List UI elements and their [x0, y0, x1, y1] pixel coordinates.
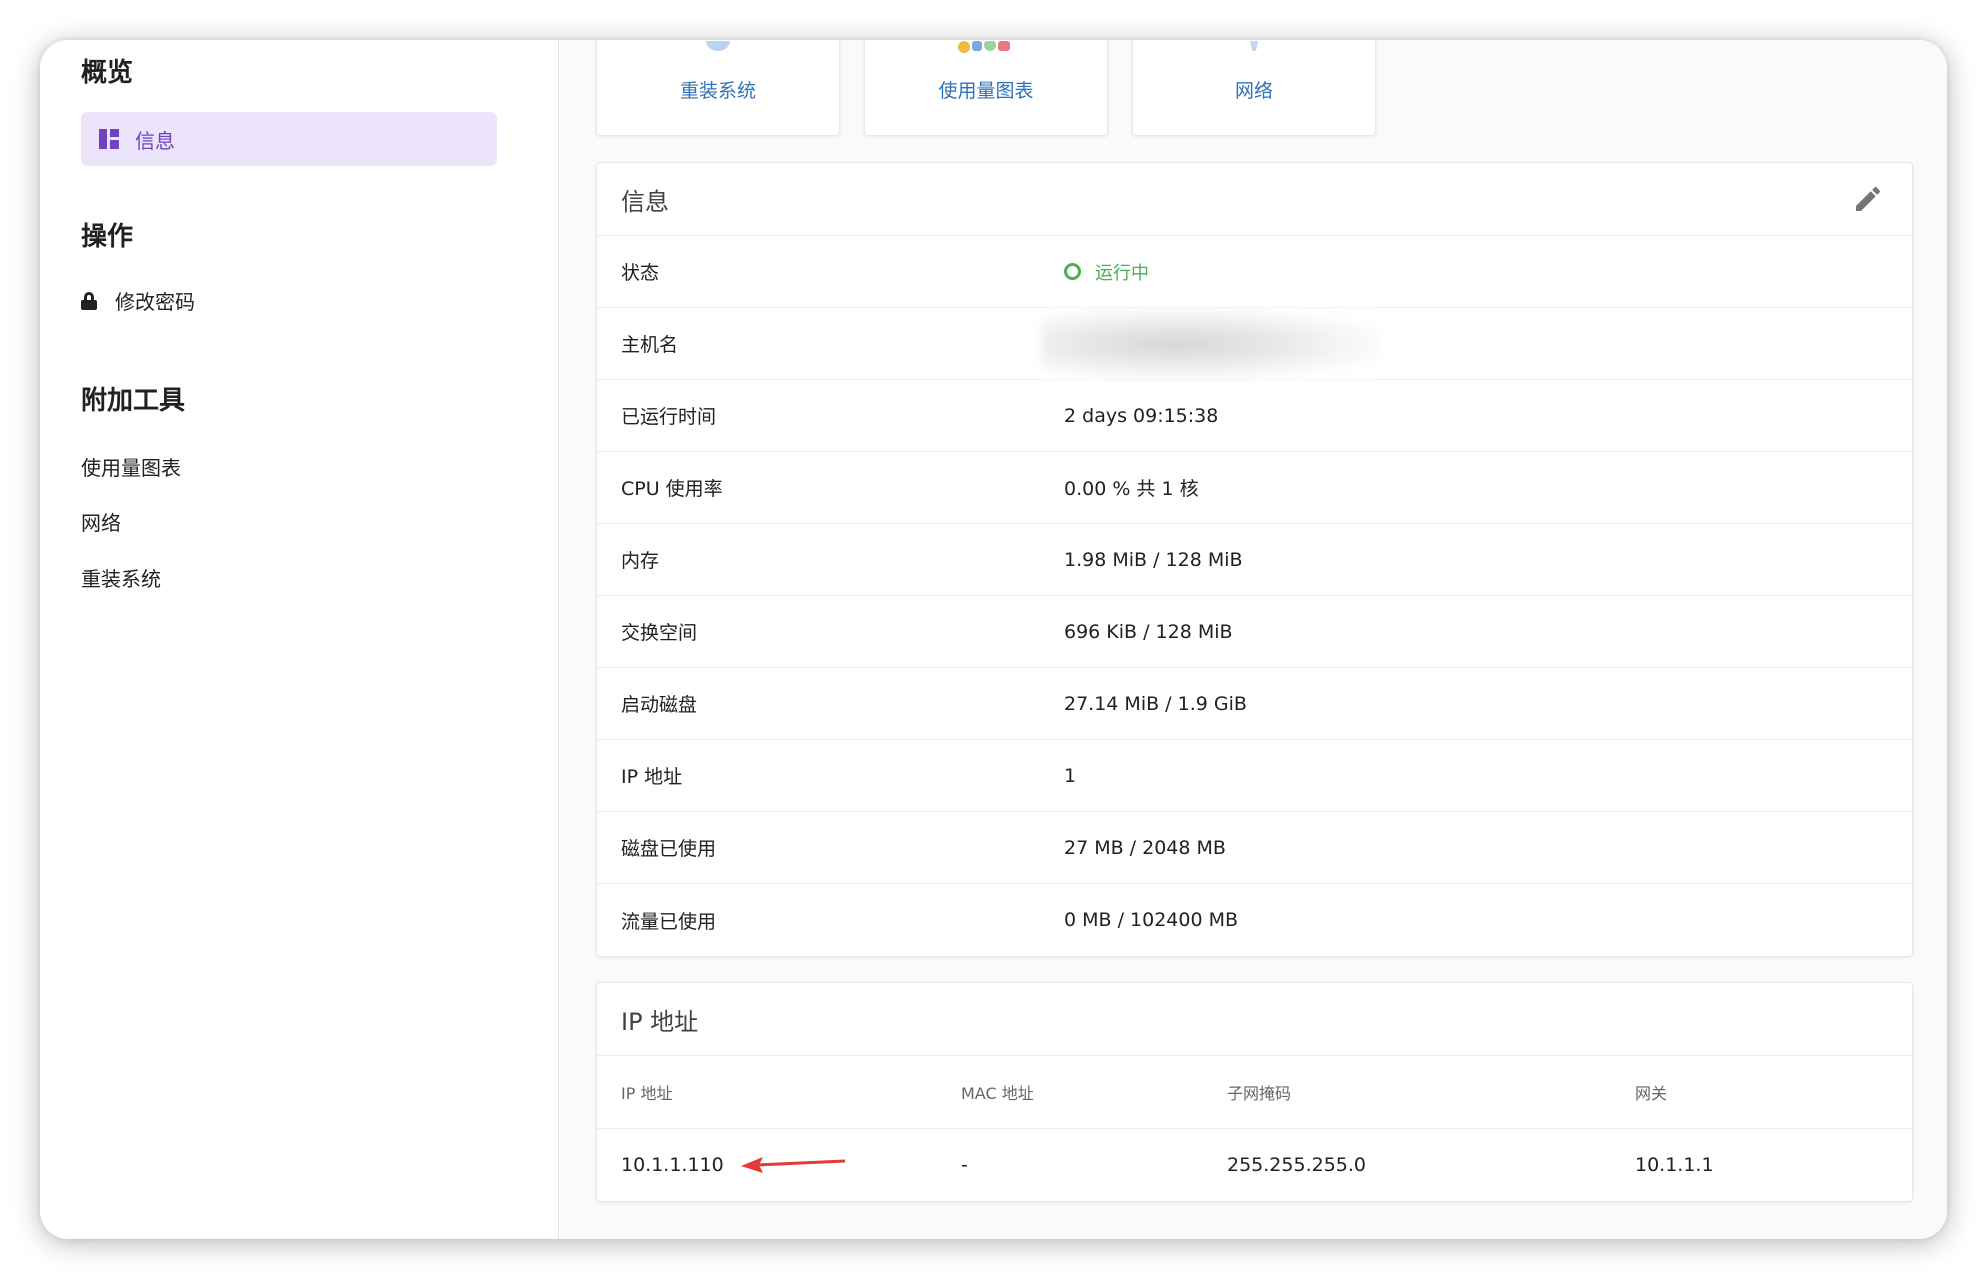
info-key: 启动磁盘: [621, 694, 698, 716]
sidebar-item-label: 修改密码: [115, 290, 195, 314]
netmask-cell: 255.255.255.0: [1227, 1154, 1367, 1176]
sidebar-item-label: 信息: [135, 128, 175, 153]
ip-table-header: IP 地址 MAC 地址 子网掩码 网关: [597, 1056, 1912, 1129]
column-header-ip: IP 地址: [621, 1084, 673, 1103]
network-icon: [1250, 41, 1258, 51]
info-key: 磁盘已使用: [621, 838, 717, 860]
info-key: IP 地址: [621, 766, 683, 788]
info-key: 主机名: [621, 334, 679, 356]
info-key: 内存: [621, 550, 660, 572]
info-panel-header: 信息: [597, 163, 1912, 236]
info-value: 27 MB / 2048 MB: [1064, 836, 1226, 859]
quick-link-label: 使用量图表: [938, 80, 1034, 102]
ip-address-cell: 10.1.1.110: [621, 1154, 724, 1176]
info-row-disk-used: 磁盘已使用 27 MB / 2048 MB: [597, 812, 1912, 884]
status-badge: 运行中: [1064, 259, 1149, 285]
column-header-mac: MAC 地址: [961, 1084, 1034, 1103]
pencil-icon[interactable]: [1852, 183, 1884, 215]
info-row-boot-disk: 启动磁盘 27.14 MiB / 1.9 GiB: [597, 668, 1912, 740]
redacted-hostname: [1041, 308, 1381, 380]
sidebar-heading-tools: 附加工具: [81, 386, 186, 416]
lock-icon: [81, 291, 97, 310]
info-value: 2 days 09:15:38: [1064, 404, 1219, 427]
quick-link-reinstall[interactable]: 重装系统: [596, 40, 840, 136]
info-row-cpu: CPU 使用率 0.00 % 共 1 核: [597, 452, 1912, 524]
annotation-arrow-icon: [741, 1157, 846, 1173]
sidebar-item-info[interactable]: 信息: [81, 112, 497, 166]
quick-link-network[interactable]: 网络: [1132, 40, 1376, 136]
sidebar-item-reinstall[interactable]: 重装系统: [81, 563, 161, 592]
column-header-netmask: 子网掩码: [1227, 1084, 1292, 1103]
column-header-gateway: 网关: [1635, 1084, 1668, 1103]
info-key: 状态: [621, 262, 660, 284]
info-value: 0.00 % 共 1 核: [1064, 478, 1199, 500]
status-text: 运行中: [1095, 262, 1149, 284]
status-circle-icon: [1064, 263, 1081, 280]
panel-title: IP 地址: [621, 1007, 699, 1036]
ip-address-panel: IP 地址 IP 地址 MAC 地址 子网掩码 网关 10.1.1.110 - …: [596, 982, 1913, 1202]
sidebar-item-change-password[interactable]: 修改密码: [81, 286, 195, 315]
sidebar-heading-actions: 操作: [81, 222, 134, 252]
sidebar: 概览 信息 操作 修改密码 附加工具 使用量图表 网络 重装系统: [40, 40, 559, 1239]
info-value: 1: [1064, 764, 1077, 787]
info-row-memory: 内存 1.98 MiB / 128 MiB: [597, 524, 1912, 596]
quick-link-usage-chart[interactable]: 使用量图表: [864, 40, 1108, 136]
panel-title: 信息: [621, 187, 669, 216]
dashboard-icon: [99, 129, 119, 149]
info-key: 已运行时间: [621, 406, 717, 428]
sidebar-item-usage-chart[interactable]: 使用量图表: [81, 452, 181, 481]
reinstall-icon: [706, 41, 730, 51]
ip-panel-header: IP 地址: [597, 983, 1912, 1056]
info-key: CPU 使用率: [621, 478, 723, 500]
info-row-uptime: 已运行时间 2 days 09:15:38: [597, 380, 1912, 452]
info-panel: 信息 状态 运行中 主机名 已运行时间 2 days 09:15:38 CPU …: [596, 162, 1913, 957]
gateway-cell: 10.1.1.1: [1635, 1154, 1714, 1176]
quick-link-label: 重装系统: [679, 80, 756, 102]
quick-link-label: 网络: [1234, 80, 1273, 102]
chart-icon: [958, 41, 1010, 53]
info-value: 27.14 MiB / 1.9 GiB: [1064, 692, 1247, 715]
mac-address-cell: -: [961, 1154, 968, 1176]
info-row-hostname: 主机名: [597, 308, 1912, 380]
sidebar-item-network[interactable]: 网络: [81, 507, 121, 536]
info-value: 0 MB / 102400 MB: [1064, 909, 1239, 931]
info-row-ip-count: IP 地址 1: [597, 740, 1912, 812]
info-key: 流量已使用: [621, 910, 717, 933]
info-row-swap: 交换空间 696 KiB / 128 MiB: [597, 596, 1912, 668]
info-key: 交换空间: [621, 622, 698, 644]
info-value: 1.98 MiB / 128 MiB: [1064, 548, 1243, 571]
info-row-status: 状态 运行中: [597, 236, 1912, 308]
table-row: 10.1.1.110 - 255.255.255.0 10.1.1.1: [597, 1129, 1912, 1201]
app-window: 概览 信息 操作 修改密码 附加工具 使用量图表 网络 重装系统 重装系统 使用…: [40, 40, 1947, 1239]
main-content: 重装系统 使用量图表 网络 信息 状态 运行中 主机名 已运行时间 2 days…: [560, 40, 1947, 1239]
info-row-traffic-used: 流量已使用 0 MB / 102400 MB: [597, 884, 1912, 956]
info-value: 696 KiB / 128 MiB: [1064, 620, 1233, 643]
sidebar-heading-overview: 概览: [81, 58, 134, 88]
